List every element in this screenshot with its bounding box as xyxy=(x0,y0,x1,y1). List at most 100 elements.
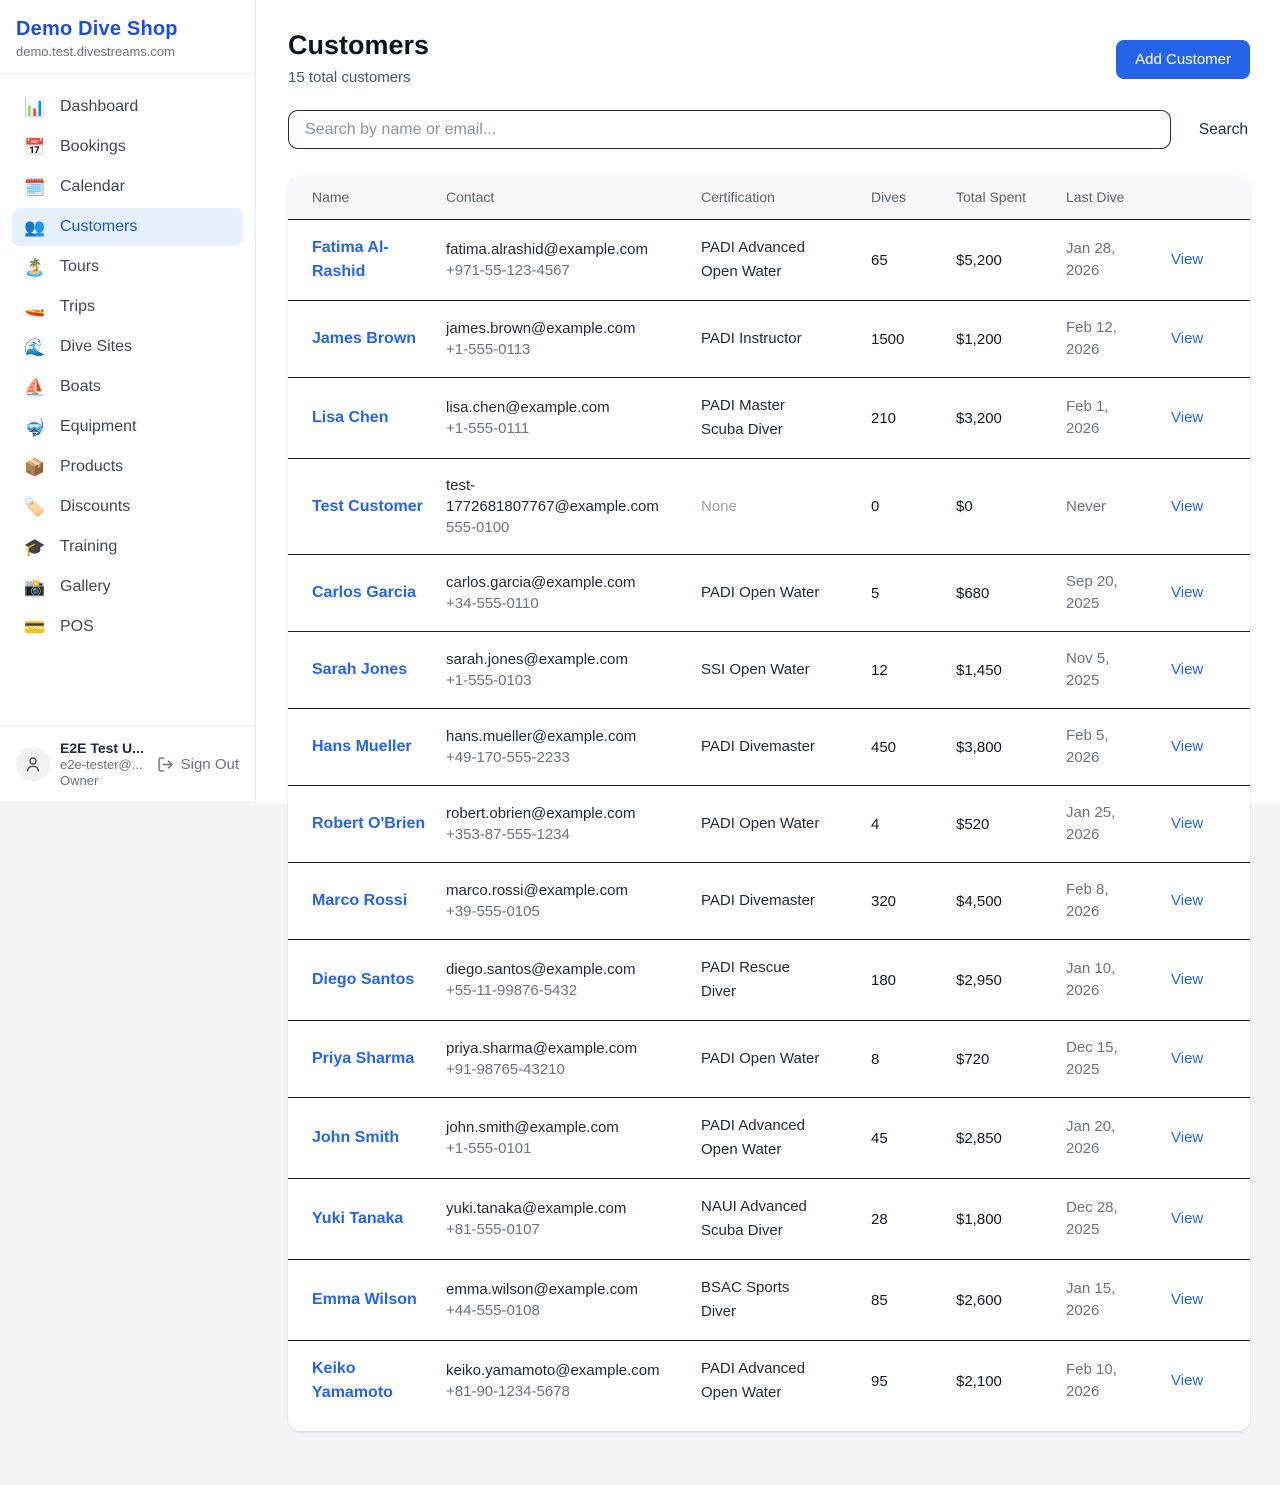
sign-out-label: Sign Out xyxy=(181,756,239,773)
total-spent-cell: $0 xyxy=(956,459,1066,555)
customer-name-link[interactable]: Hans Mueller xyxy=(312,735,412,759)
table-row: Diego Santos diego.santos@example.com +5… xyxy=(288,940,1250,1021)
total-spent-cell: $680 xyxy=(956,555,1066,632)
table-row: Carlos Garcia carlos.garcia@example.com … xyxy=(288,555,1250,632)
view-link[interactable]: View xyxy=(1171,251,1203,268)
user-name: E2E Test U... xyxy=(60,740,147,756)
view-cell: View xyxy=(1171,1341,1250,1432)
customer-name-link[interactable]: Sarah Jones xyxy=(312,658,407,682)
add-customer-button[interactable]: Add Customer xyxy=(1116,40,1250,79)
sidebar-item-calendar[interactable]: 🗓️ Calendar xyxy=(12,168,243,206)
sidebar-item-label: Boats xyxy=(60,378,101,396)
view-link[interactable]: View xyxy=(1171,1129,1203,1146)
customer-name-link[interactable]: Marco Rossi xyxy=(312,889,407,913)
view-link[interactable]: View xyxy=(1171,1291,1203,1308)
view-link[interactable]: View xyxy=(1171,498,1203,515)
search-input[interactable] xyxy=(288,110,1171,149)
customer-name-link[interactable]: Priya Sharma xyxy=(312,1047,414,1071)
sidebar-item-dashboard[interactable]: 📊 Dashboard xyxy=(12,88,243,126)
customer-name-link[interactable]: Robert O'Brien xyxy=(312,812,425,836)
customer-email: hans.mueller@example.com xyxy=(446,726,671,747)
sidebar-item-discounts[interactable]: 🏷️ Discounts xyxy=(12,488,243,526)
view-link[interactable]: View xyxy=(1171,1050,1203,1067)
sidebar-item-gallery[interactable]: 📸 Gallery xyxy=(12,568,243,606)
certification-cell: PADI Instructor xyxy=(701,301,871,378)
total-spent-cell: $2,600 xyxy=(956,1260,1066,1341)
table-row: Priya Sharma priya.sharma@example.com +9… xyxy=(288,1021,1250,1098)
customer-name-link[interactable]: Test Customer xyxy=(312,495,423,519)
certification-cell: NAUI Advanced Scuba Diver xyxy=(701,1179,871,1260)
total-spent-cell: $3,800 xyxy=(956,709,1066,786)
total-spent-cell: $3,200 xyxy=(956,378,1066,459)
brand: Demo Dive Shop demo.test.divestreams.com xyxy=(0,0,255,73)
sidebar-item-customers[interactable]: 👥 Customers xyxy=(12,208,243,246)
sidebar-item-tours[interactable]: 🏝️ Tours xyxy=(12,248,243,286)
contact-cell: robert.obrien@example.com +353-87-555-12… xyxy=(446,786,701,863)
view-link[interactable]: View xyxy=(1171,1372,1203,1389)
total-spent-cell: $2,100 xyxy=(956,1341,1066,1432)
customer-email: marco.rossi@example.com xyxy=(446,880,671,901)
search-button[interactable]: Search xyxy=(1197,113,1250,147)
customer-name-link[interactable]: Diego Santos xyxy=(312,968,414,992)
column-header-dives: Dives xyxy=(871,175,956,220)
view-link[interactable]: View xyxy=(1171,892,1203,909)
view-link[interactable]: View xyxy=(1171,738,1203,755)
customer-name-cell: Hans Mueller xyxy=(288,709,446,786)
view-link[interactable]: View xyxy=(1171,584,1203,601)
wave-icon: 🌊 xyxy=(24,339,46,356)
customer-name-cell: Marco Rossi xyxy=(288,863,446,940)
sign-out-button[interactable]: Sign Out xyxy=(157,756,239,773)
dives-cell: 0 xyxy=(871,459,956,555)
sidebar-item-trips[interactable]: 🚤 Trips xyxy=(12,288,243,326)
sidebar-item-dive-sites[interactable]: 🌊 Dive Sites xyxy=(12,328,243,366)
customer-name-link[interactable]: Emma Wilson xyxy=(312,1288,417,1312)
view-cell: View xyxy=(1171,378,1250,459)
log-out-icon xyxy=(157,756,174,773)
view-link[interactable]: View xyxy=(1171,409,1203,426)
customer-name-link[interactable]: Keiko Yamamoto xyxy=(312,1357,430,1405)
customer-name-cell: Carlos Garcia xyxy=(288,555,446,632)
total-spent-cell: $520 xyxy=(956,786,1066,863)
sidebar-item-training[interactable]: 🎓 Training xyxy=(12,528,243,566)
customer-phone: +1-555-0113 xyxy=(446,339,671,360)
certification-cell: PADI Open Water xyxy=(701,555,871,632)
customer-name-link[interactable]: Fatima Al-Rashid xyxy=(312,236,430,284)
certification-cell: BSAC Sports Diver xyxy=(701,1260,871,1341)
customer-name-link[interactable]: John Smith xyxy=(312,1126,399,1150)
view-link[interactable]: View xyxy=(1171,1210,1203,1227)
sidebar-item-label: Dive Sites xyxy=(60,338,132,356)
search-row: Search xyxy=(288,110,1250,149)
customer-name-link[interactable]: Carlos Garcia xyxy=(312,581,416,605)
view-link[interactable]: View xyxy=(1171,330,1203,347)
last-dive-cell: Dec 28, 2025 xyxy=(1066,1179,1171,1260)
view-link[interactable]: View xyxy=(1171,815,1203,832)
contact-cell: yuki.tanaka@example.com +81-555-0107 xyxy=(446,1179,701,1260)
certification-cell: PADI Open Water xyxy=(701,786,871,863)
view-cell: View xyxy=(1171,1098,1250,1179)
customer-name-cell: John Smith xyxy=(288,1098,446,1179)
sidebar-item-products[interactable]: 📦 Products xyxy=(12,448,243,486)
column-header-name: Name xyxy=(288,175,446,220)
dives-cell: 95 xyxy=(871,1341,956,1432)
contact-cell: keiko.yamamoto@example.com +81-90-1234-5… xyxy=(446,1341,701,1432)
sidebar-item-pos[interactable]: 💳 POS xyxy=(12,608,243,646)
customer-name-cell: Test Customer xyxy=(288,459,446,555)
total-spent-cell: $1,450 xyxy=(956,632,1066,709)
table-row: Hans Mueller hans.mueller@example.com +4… xyxy=(288,709,1250,786)
island-icon: 🏝️ xyxy=(24,259,46,276)
last-dive-cell: Feb 12, 2026 xyxy=(1066,301,1171,378)
last-dive-cell: Jan 20, 2026 xyxy=(1066,1098,1171,1179)
customer-phone: +91-98765-43210 xyxy=(446,1059,671,1080)
sidebar-item-equipment[interactable]: 🤿 Equipment xyxy=(12,408,243,446)
customer-name-link[interactable]: Lisa Chen xyxy=(312,406,388,430)
sidebar-item-boats[interactable]: ⛵ Boats xyxy=(12,368,243,406)
sidebar-item-label: Bookings xyxy=(60,138,126,156)
certification-cell: PADI Divemaster xyxy=(701,863,871,940)
view-link[interactable]: View xyxy=(1171,661,1203,678)
total-spent-cell: $1,200 xyxy=(956,301,1066,378)
last-dive-cell: Feb 10, 2026 xyxy=(1066,1341,1171,1432)
customer-name-link[interactable]: James Brown xyxy=(312,327,416,351)
customer-name-link[interactable]: Yuki Tanaka xyxy=(312,1207,403,1231)
sidebar-item-bookings[interactable]: 📅 Bookings xyxy=(12,128,243,166)
view-link[interactable]: View xyxy=(1171,971,1203,988)
